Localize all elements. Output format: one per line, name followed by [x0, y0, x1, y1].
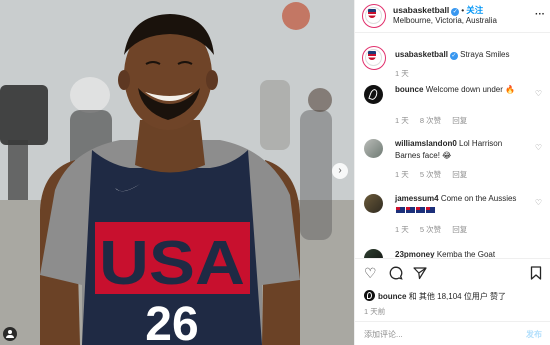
- comment-text: jamessum4 Come on the Aussies: [395, 193, 525, 216]
- liker-avatar[interactable]: [364, 290, 375, 301]
- comment-meta: 1 天 8 次赞 回复: [395, 115, 476, 126]
- comments-list[interactable]: usabasketball ✓ Strayа Smiles 1 天 bounce …: [355, 40, 550, 258]
- comment-body: Welcome down under 🔥: [425, 85, 516, 94]
- separator-dot: •: [461, 5, 465, 15]
- comment-body: Come on the Aussies: [440, 194, 517, 203]
- next-photo-button[interactable]: ›: [332, 163, 348, 179]
- usab-shield-icon: [368, 9, 376, 18]
- caption-text: usabasketball ✓ Strayа Smiles: [395, 50, 510, 60]
- usab-shield-icon: [368, 51, 376, 60]
- commenter-username[interactable]: jamessum4: [395, 194, 439, 203]
- verified-icon: ✓: [451, 8, 460, 16]
- more-options-icon[interactable]: ···: [535, 10, 545, 20]
- comment-item: bounce Welcome down under 🔥 ♡ 1 天 8 次赞 回…: [355, 82, 550, 132]
- post-actions: ♡ bounce 和 其他 18,104 位用户 赞了 1 天前 发布: [355, 258, 550, 345]
- add-comment-input[interactable]: [364, 327, 509, 341]
- header-avatar[interactable]: [362, 4, 386, 28]
- comment-likes[interactable]: 5 次赞: [420, 170, 441, 179]
- australia-flag-emoji: [395, 206, 435, 215]
- caption-avatar[interactable]: [362, 46, 386, 70]
- post-photo[interactable]: 26 USA ›: [0, 0, 354, 345]
- post-header: usabasketball ✓ • 关注 Melbourne, Victoria, A…: [355, 0, 550, 33]
- comment-time: 1 天: [395, 225, 409, 234]
- post-comment-button[interactable]: 发布: [526, 329, 542, 340]
- commenter-avatar[interactable]: [364, 139, 383, 158]
- header-user-line: usabasketball ✓ • 关注: [393, 4, 483, 16]
- follow-button[interactable]: 关注: [466, 5, 483, 15]
- post-caption: usabasketball ✓ Strayа Smiles 1 天: [355, 40, 550, 80]
- like-heart-icon[interactable]: ♡: [364, 266, 377, 280]
- comment-likes[interactable]: 8 次赞: [420, 116, 441, 125]
- like-comment-heart-icon[interactable]: ♡: [535, 144, 542, 152]
- comment-meta: 1 天 5 次赞 回复: [395, 224, 476, 235]
- chevron-right-icon: ›: [338, 165, 342, 176]
- caption-username[interactable]: usabasketball: [395, 50, 448, 59]
- reply-button[interactable]: 回复: [452, 225, 467, 234]
- like-comment-heart-icon[interactable]: ♡: [535, 90, 542, 98]
- comment-body: Kemba the Goat: [436, 250, 496, 258]
- share-paper-plane-icon[interactable]: [413, 266, 427, 282]
- tagged-user-icon[interactable]: [3, 327, 17, 341]
- add-comment-bar: 发布: [355, 321, 550, 345]
- comment-meta: 1 天 5 次赞 回复: [395, 169, 476, 180]
- caption-time: 1 天: [395, 69, 409, 78]
- comment-item: williamslandon0 Lol Harrison Barnes face…: [355, 136, 550, 186]
- comment-likes[interactable]: 5 次赞: [420, 225, 441, 234]
- like-comment-heart-icon[interactable]: ♡: [535, 199, 542, 207]
- jersey-number: 26: [145, 298, 198, 345]
- comment-bubble-icon[interactable]: [389, 266, 403, 282]
- commenter-avatar[interactable]: [364, 194, 383, 213]
- location-link[interactable]: Melbourne, Victoria, Australia: [393, 16, 497, 25]
- commenter-username[interactable]: williamslandon0: [395, 139, 457, 148]
- header-username[interactable]: usabasketball: [393, 5, 449, 15]
- liker-username[interactable]: bounce: [378, 292, 406, 301]
- commenter-username[interactable]: bounce: [395, 85, 423, 94]
- comment-time: 1 天: [395, 116, 409, 125]
- player-illustration: 26 USA: [0, 0, 354, 345]
- comment-item: 23pmoney Kemba the Goat: [355, 247, 550, 258]
- comment-text: bounce Welcome down under 🔥: [395, 84, 525, 96]
- reply-button[interactable]: 回复: [452, 170, 467, 179]
- comment-item: jamessum4 Come on the Aussies ♡ 1 天 5 次赞…: [355, 191, 550, 241]
- comment-text: williamslandon0 Lol Harrison Barnes face…: [395, 138, 525, 161]
- post-timestamp: 1 天前: [364, 307, 386, 316]
- liked-by-line: bounce 和 其他 18,104 位用户 赞了: [364, 290, 506, 302]
- commenter-avatar[interactable]: [364, 85, 383, 104]
- comment-time: 1 天: [395, 170, 409, 179]
- jersey-text: USA: [99, 229, 245, 298]
- comment-text: 23pmoney Kemba the Goat: [395, 249, 525, 258]
- caption-body: Strayа Smiles: [460, 50, 510, 59]
- verified-icon: ✓: [449, 52, 458, 60]
- commenter-avatar[interactable]: [364, 249, 383, 258]
- reply-button[interactable]: 回复: [452, 116, 467, 125]
- bookmark-icon[interactable]: [530, 266, 542, 282]
- likes-count-text[interactable]: 和 其他 18,104 位用户 赞了: [409, 292, 506, 301]
- commenter-username[interactable]: 23pmoney: [395, 250, 435, 258]
- post-side-panel: usabasketball ✓ • 关注 Melbourne, Victoria, A…: [354, 0, 550, 345]
